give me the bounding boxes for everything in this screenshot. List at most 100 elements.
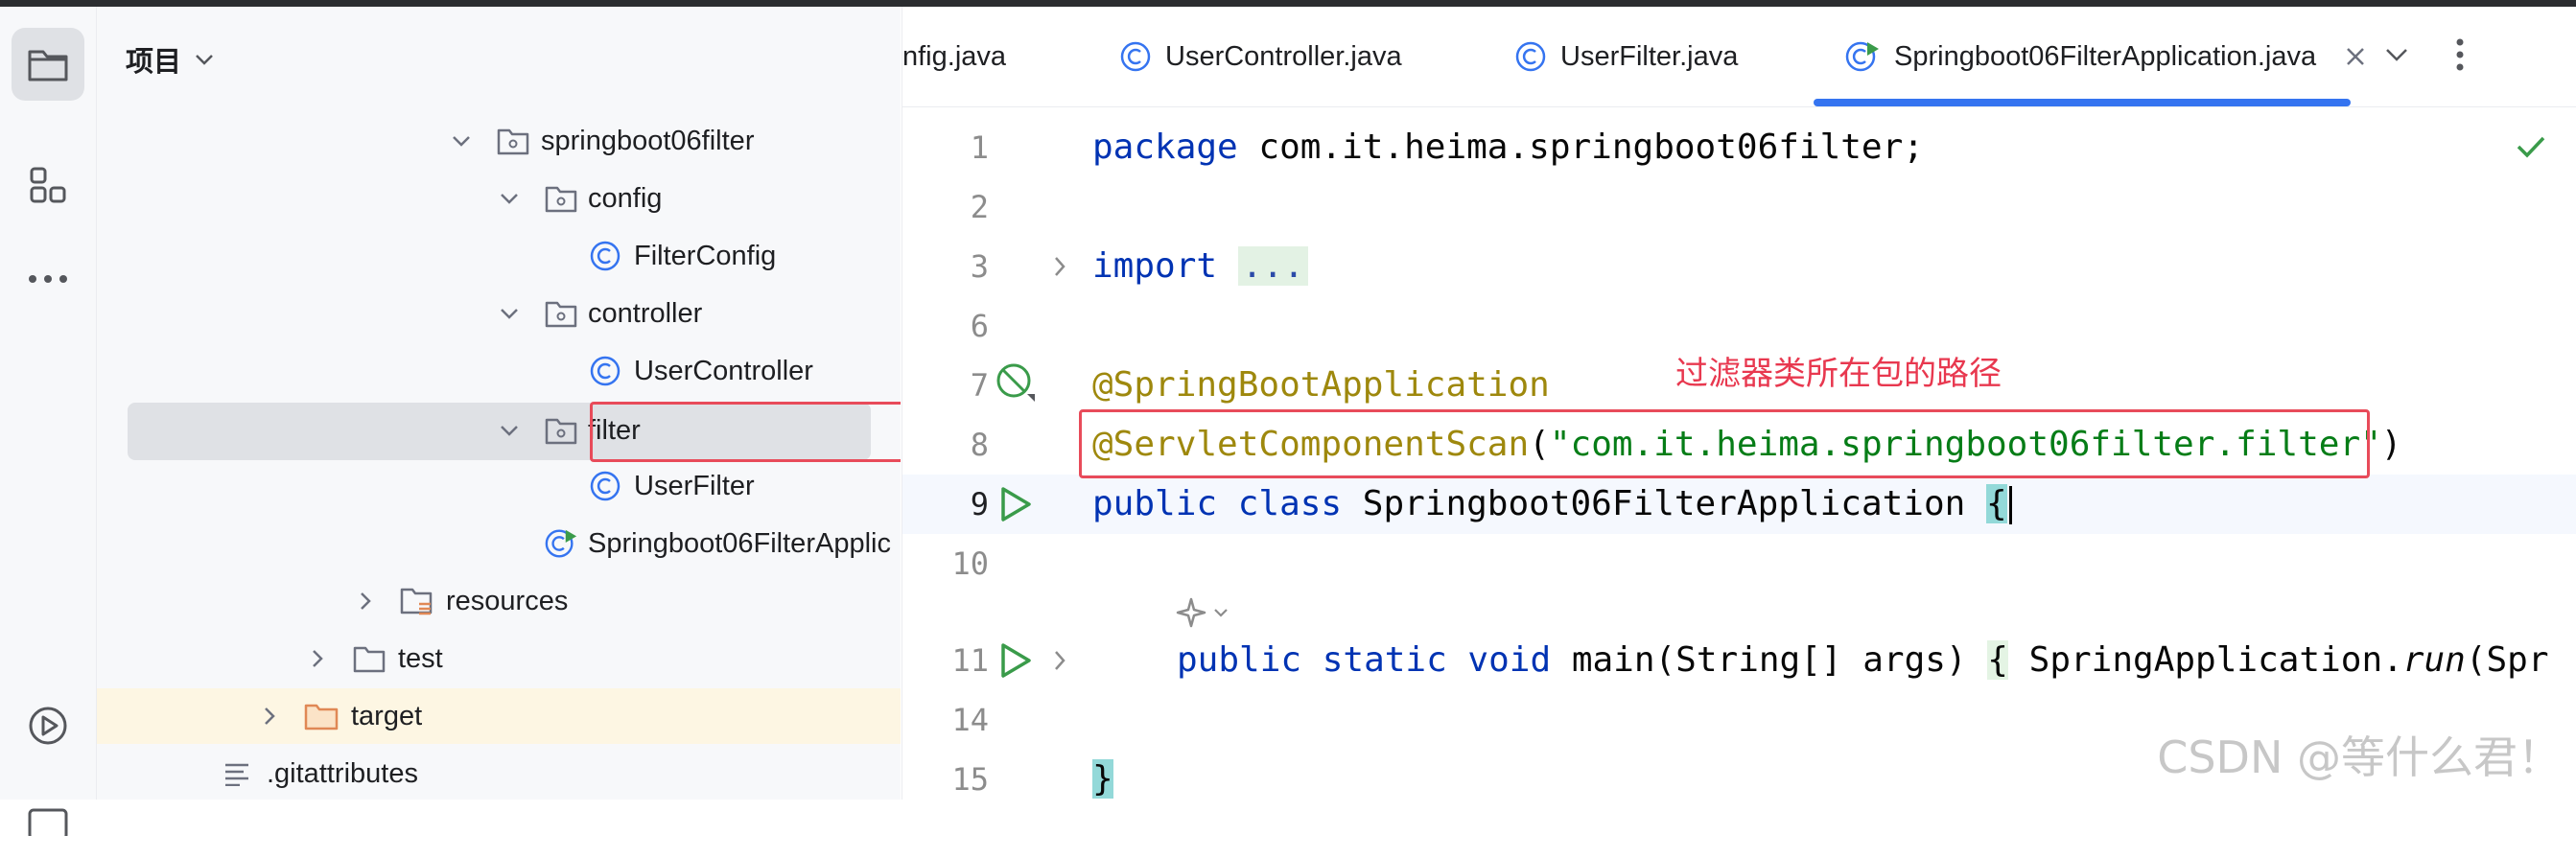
structure-tool-button[interactable] [12, 149, 84, 221]
chevron-right-icon[interactable] [304, 645, 331, 672]
class-icon [588, 239, 622, 273]
line-number: 15 [951, 761, 989, 798]
tree-item-label: Springboot06FilterApplic [588, 527, 891, 559]
chevron-down-icon[interactable] [448, 128, 475, 154]
code-line: 11 public static void main(String[] args… [902, 631, 2576, 690]
code-text: @SpringBootApplication [1092, 365, 1550, 405]
filter-highlight-box [590, 402, 901, 462]
code-vision-hint[interactable] [1175, 596, 1229, 629]
tree-item-label: FilterConfig [634, 240, 777, 271]
more-vertical-icon [2456, 38, 2464, 71]
close-icon[interactable] [2345, 46, 2366, 67]
tree-item-label: target [351, 700, 423, 731]
more-tools-button[interactable] [12, 243, 84, 315]
tab-springboot06filterapplication[interactable]: Springboot06FilterApplication.java [1844, 32, 2366, 81]
project-panel-header[interactable]: 项目 [126, 39, 214, 80]
text-caret [2008, 486, 2012, 524]
tree-item-filterconfig[interactable]: FilterConfig [97, 228, 901, 284]
active-tab-indicator [1814, 99, 2351, 106]
editor-options-button[interactable] [2441, 35, 2479, 74]
tab-list-button[interactable] [2377, 35, 2416, 74]
activity-bar [0, 7, 97, 836]
tab-label: Springboot06FilterApplication.java [1894, 40, 2317, 72]
tree-item-target[interactable]: target [97, 688, 901, 744]
chevron-down-icon[interactable] [496, 300, 523, 327]
run-icon[interactable] [995, 483, 1037, 525]
package-icon [544, 296, 578, 331]
package-icon [496, 124, 530, 158]
project-tool-button[interactable] [12, 28, 84, 101]
text-file-icon [220, 756, 254, 791]
code-line: 2 [902, 177, 2576, 237]
line-number: 2 [970, 189, 989, 225]
code-text: } [1092, 759, 1113, 799]
code-line: 1 package com.it.heima.springboot06filte… [902, 118, 2576, 177]
spring-boot-class-icon [1845, 41, 1879, 72]
code-text: public static void main(String[] args) {… [1177, 640, 2549, 680]
line-number: 6 [970, 308, 989, 344]
package-icon [544, 413, 578, 448]
tree-item-label: UserController [634, 355, 813, 386]
tree-item-label: test [398, 642, 443, 674]
tree-item-controller[interactable]: controller [97, 286, 901, 341]
folded-imports[interactable]: ... [1237, 246, 1308, 286]
tree-item-springboot06filter[interactable]: springboot06filter [97, 113, 901, 169]
ai-assistant-icon [1176, 597, 1206, 628]
tab-label: UserFilter.java [1560, 40, 1739, 72]
code-line-current: 9 public class Springboot06FilterApplica… [902, 475, 2576, 534]
tab-usercontroller[interactable]: UserController.java [1119, 32, 1402, 81]
fold-chevron-right-icon[interactable] [1039, 245, 1081, 288]
chevron-right-icon[interactable] [256, 703, 283, 730]
tree-item-label: springboot06filter [541, 125, 755, 156]
line-number: 1 [970, 129, 989, 166]
tab-userfilter[interactable]: UserFilter.java [1514, 32, 1738, 81]
tree-item-usercontroller[interactable]: UserController [97, 343, 901, 399]
more-horizontal-icon [29, 275, 67, 283]
tree-item-springboot06filterapplication[interactable]: Springboot06FilterApplic [97, 516, 901, 571]
spring-bean-disabled-icon[interactable] [995, 361, 1037, 404]
folder-icon [352, 641, 386, 676]
tree-item-gitattributes[interactable]: .gitattributes [97, 746, 901, 800]
code-text: package com.it.heima.springboot06filter; [1092, 128, 1924, 167]
tree-item-label: resources [446, 585, 569, 616]
run-icon[interactable] [995, 639, 1037, 682]
servlet-scan-highlight-box [1079, 409, 2370, 478]
class-icon [588, 354, 622, 388]
excluded-folder-icon [304, 699, 339, 733]
terminal-tool-button[interactable] [12, 785, 84, 858]
tree-item-label: controller [588, 297, 703, 329]
structure-icon [30, 167, 66, 203]
spring-boot-class-icon [544, 526, 578, 561]
watermark: CSDN @等什么君！ [2157, 731, 2562, 783]
package-icon [544, 181, 578, 216]
line-number: 8 [970, 427, 989, 463]
tree-item-userfilter[interactable]: UserFilter [97, 458, 901, 514]
tree-item-label: UserFilter [634, 470, 755, 501]
code-area[interactable]: 1 package com.it.heima.springboot06filte… [902, 107, 2576, 800]
line-number: 14 [951, 702, 989, 738]
fold-chevron-right-icon[interactable] [1039, 639, 1081, 682]
chevron-down-icon[interactable] [496, 185, 523, 212]
line-number: 7 [970, 367, 989, 404]
class-icon [1120, 41, 1151, 72]
tree-item-test[interactable]: test [97, 631, 901, 686]
editor: nfig.java UserController.java UserFilter… [902, 7, 2576, 800]
line-number: 11 [951, 642, 989, 679]
tree-item-resources[interactable]: resources [97, 573, 901, 629]
tree-item-label: config [588, 182, 663, 214]
run-tool-button[interactable] [12, 689, 84, 762]
chevron-down-icon [1214, 609, 1228, 617]
annotation-note: 过滤器类所在包的路径 [1675, 355, 2002, 393]
class-icon [1515, 41, 1546, 72]
class-icon [588, 469, 622, 503]
tab-filterconfig[interactable]: nfig.java [902, 32, 1006, 81]
chevron-down-icon[interactable] [496, 417, 523, 444]
code-text: public class Springboot06FilterApplicati… [1092, 475, 2012, 534]
line-number: 10 [951, 545, 989, 582]
code-line: 10 [902, 534, 2576, 593]
editor-tab-bar: nfig.java UserController.java UserFilter… [902, 7, 2576, 107]
terminal-icon [28, 808, 68, 836]
chevron-right-icon[interactable] [352, 588, 379, 615]
tab-label: nfig.java [902, 40, 1007, 72]
tree-item-config[interactable]: config [97, 171, 901, 226]
